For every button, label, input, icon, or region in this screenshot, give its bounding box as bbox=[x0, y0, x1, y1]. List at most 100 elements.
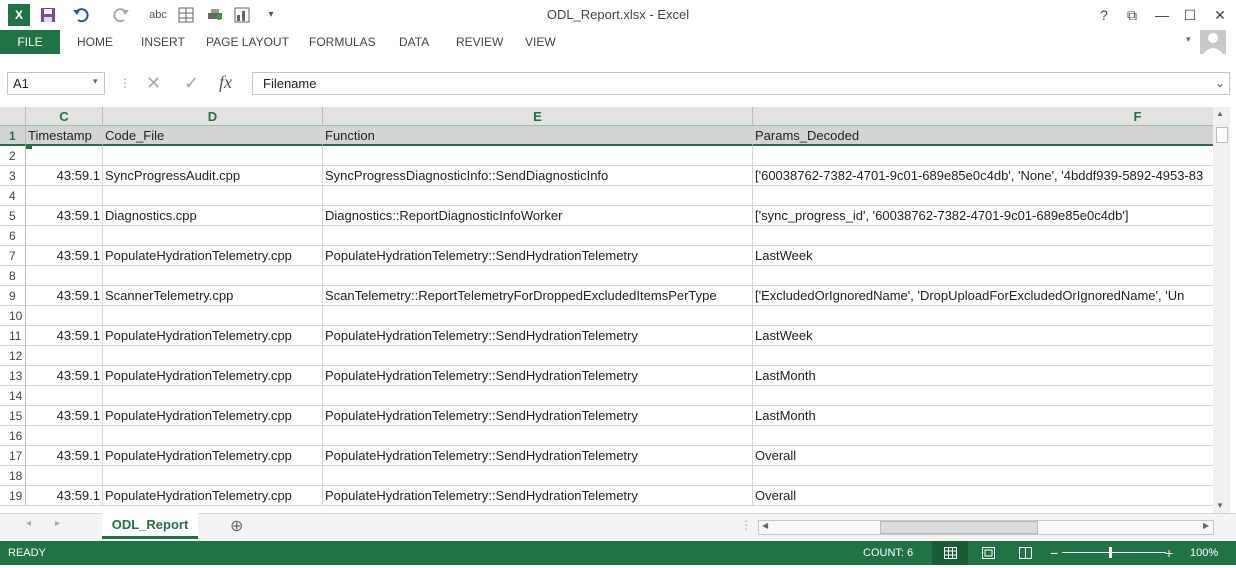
row-header[interactable]: 12 bbox=[0, 346, 26, 366]
cell-timestamp[interactable] bbox=[26, 426, 103, 446]
scroll-up-icon[interactable]: ▲ bbox=[1216, 109, 1224, 118]
normal-view-icon[interactable] bbox=[932, 541, 968, 565]
zoom-slider-track[interactable] bbox=[1062, 552, 1166, 553]
undo-icon[interactable] bbox=[66, 4, 96, 26]
cell-code-file[interactable]: PopulateHydrationTelemetry.cpp bbox=[103, 246, 323, 266]
cell-code-file[interactable] bbox=[103, 426, 323, 446]
zoom-in-button[interactable]: + bbox=[1165, 541, 1173, 565]
cell-code-file[interactable]: ScannerTelemetry.cpp bbox=[103, 286, 323, 306]
cell-function[interactable]: PopulateHydrationTelemetry::SendHydratio… bbox=[323, 446, 753, 466]
cell-timestamp[interactable]: 43:59.1 bbox=[26, 286, 103, 306]
cell-params-header[interactable]: Params_Decoded bbox=[753, 126, 1213, 146]
page-layout-view-icon[interactable] bbox=[982, 541, 996, 565]
avatar[interactable] bbox=[1200, 30, 1226, 54]
formula-input[interactable] bbox=[252, 72, 1230, 95]
spelling-button[interactable]: abc bbox=[145, 4, 171, 26]
tab-insert[interactable]: INSERT bbox=[141, 30, 185, 54]
cell-params[interactable] bbox=[753, 426, 1213, 446]
zoom-out-button[interactable]: − bbox=[1050, 541, 1058, 565]
cell-timestamp[interactable]: 43:59.1 bbox=[26, 366, 103, 386]
cell-params[interactable] bbox=[753, 346, 1213, 366]
cell-function[interactable]: ScanTelemetry::ReportTelemetryForDropped… bbox=[323, 286, 753, 306]
cell-function[interactable] bbox=[323, 266, 753, 286]
cell-params[interactable]: LastWeek bbox=[753, 246, 1213, 266]
cell-params[interactable] bbox=[753, 226, 1213, 246]
zoom-slider-thumb[interactable] bbox=[1109, 547, 1112, 558]
cell-code-file[interactable]: PopulateHydrationTelemetry.cpp bbox=[103, 446, 323, 466]
cell-timestamp[interactable] bbox=[26, 306, 103, 326]
cell-code-file[interactable] bbox=[103, 346, 323, 366]
scroll-left-icon[interactable]: ◀ bbox=[762, 521, 768, 530]
cell-function[interactable] bbox=[323, 186, 753, 206]
row-header[interactable]: 13 bbox=[0, 366, 26, 386]
prev-sheet-icon[interactable]: ◂ bbox=[26, 518, 31, 529]
cell-params[interactable]: ['ExcludedOrIgnoredName', 'DropUploadFor… bbox=[753, 286, 1213, 306]
name-box-dropdown-icon[interactable]: ▾ bbox=[93, 76, 98, 87]
row-header[interactable]: 17 bbox=[0, 446, 26, 466]
insert-function-button[interactable]: fx bbox=[219, 72, 232, 93]
cell-function[interactable]: PopulateHydrationTelemetry::SendHydratio… bbox=[323, 326, 753, 346]
page-break-preview-icon[interactable] bbox=[1019, 541, 1033, 565]
column-header-f[interactable]: F bbox=[753, 107, 1213, 126]
row-header[interactable]: 5 bbox=[0, 206, 26, 226]
cell-code-file[interactable]: PopulateHydrationTelemetry.cpp bbox=[103, 366, 323, 386]
vertical-scroll-thumb[interactable] bbox=[1216, 127, 1228, 143]
cell-params[interactable] bbox=[753, 266, 1213, 286]
row-header[interactable]: 9 bbox=[0, 286, 26, 306]
next-sheet-icon[interactable]: ▸ bbox=[55, 518, 60, 529]
customize-quick-access-icon[interactable]: ▾ bbox=[262, 4, 280, 26]
redo-icon[interactable] bbox=[106, 4, 136, 26]
tab-formulas[interactable]: FORMULAS bbox=[309, 30, 376, 54]
chart-icon[interactable] bbox=[228, 4, 256, 26]
cell-function[interactable]: SyncProgressDiagnosticInfo::SendDiagnost… bbox=[323, 166, 753, 186]
cell-timestamp[interactable] bbox=[26, 266, 103, 286]
cell-timestamp[interactable]: 43:59.1 bbox=[26, 326, 103, 346]
cell-timestamp[interactable]: 43:59.1 bbox=[26, 206, 103, 226]
cell-function[interactable] bbox=[323, 466, 753, 486]
row-header[interactable]: 6 bbox=[0, 226, 26, 246]
sheet-tab-odl-report[interactable]: ODL_Report bbox=[102, 513, 198, 539]
column-header-c[interactable]: C bbox=[26, 107, 103, 126]
tab-home[interactable]: HOME bbox=[77, 30, 113, 54]
cell-function[interactable]: PopulateHydrationTelemetry::SendHydratio… bbox=[323, 246, 753, 266]
row-header[interactable]: 16 bbox=[0, 426, 26, 446]
tab-file[interactable]: FILE bbox=[0, 30, 60, 54]
column-header-d[interactable]: D bbox=[103, 107, 323, 126]
cell-code-file[interactable] bbox=[103, 466, 323, 486]
cell-code-file[interactable]: PopulateHydrationTelemetry.cpp bbox=[103, 326, 323, 346]
cell-timestamp[interactable]: 43:59.1 bbox=[26, 166, 103, 186]
cell-function-header[interactable]: Function bbox=[323, 126, 753, 146]
expand-formula-bar-icon[interactable]: ⌄ bbox=[1215, 76, 1225, 90]
cell-timestamp[interactable]: 43:59.1 bbox=[26, 446, 103, 466]
cell-function[interactable] bbox=[323, 386, 753, 406]
row-header[interactable]: 7 bbox=[0, 246, 26, 266]
cell-code-file[interactable] bbox=[103, 306, 323, 326]
cell-timestamp[interactable] bbox=[26, 466, 103, 486]
save-icon[interactable] bbox=[38, 4, 58, 26]
cell-function[interactable]: PopulateHydrationTelemetry::SendHydratio… bbox=[323, 486, 753, 506]
cell-code-file[interactable] bbox=[103, 186, 323, 206]
cell-timestamp[interactable]: 43:59.1 bbox=[26, 406, 103, 426]
column-header-e[interactable]: E bbox=[323, 107, 753, 126]
tab-data[interactable]: DATA bbox=[399, 30, 429, 54]
cell-timestamp[interactable] bbox=[26, 226, 103, 246]
cell-code-file[interactable]: PopulateHydrationTelemetry.cpp bbox=[103, 406, 323, 426]
cell-timestamp[interactable] bbox=[26, 346, 103, 366]
cell-params[interactable]: LastWeek bbox=[753, 326, 1213, 346]
cell-params[interactable] bbox=[753, 466, 1213, 486]
add-sheet-icon[interactable]: ⊕ bbox=[230, 516, 243, 536]
row-header[interactable]: 19 bbox=[0, 486, 26, 506]
cell-params[interactable] bbox=[753, 386, 1213, 406]
tab-split-icon[interactable]: ⋮ bbox=[740, 518, 752, 532]
cell-function[interactable] bbox=[323, 226, 753, 246]
cell-params[interactable]: Overall bbox=[753, 486, 1213, 506]
scroll-right-icon[interactable]: ▶ bbox=[1203, 521, 1209, 530]
cell-function[interactable] bbox=[323, 346, 753, 366]
cell-function[interactable] bbox=[323, 146, 753, 166]
printer-icon[interactable] bbox=[205, 4, 225, 26]
cell-code-file[interactable]: PopulateHydrationTelemetry.cpp bbox=[103, 486, 323, 506]
cell-code-file[interactable] bbox=[103, 266, 323, 286]
cell-params[interactable] bbox=[753, 146, 1213, 166]
row-header[interactable]: 10 bbox=[0, 306, 26, 326]
row-header[interactable]: 14 bbox=[0, 386, 26, 406]
